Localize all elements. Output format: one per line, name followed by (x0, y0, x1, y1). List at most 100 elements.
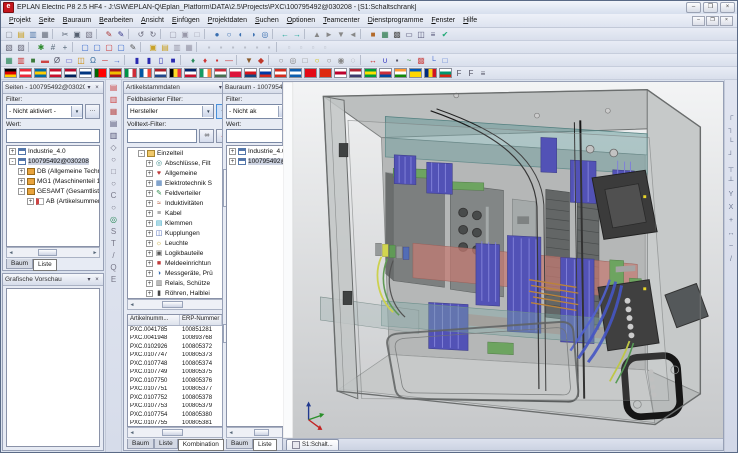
scroll-left-icon[interactable]: ◄ (128, 430, 136, 436)
expand-toggle[interactable]: + (146, 240, 153, 247)
zoom-page-icon[interactable]: ◎ (259, 29, 271, 40)
table-row[interactable]: PXC.0107748100805374 (128, 360, 222, 369)
flag-india-icon[interactable] (394, 68, 407, 78)
tree-item[interactable]: +▮Röhren, Halblei (128, 288, 222, 298)
expand-toggle[interactable]: + (27, 198, 34, 205)
arrow-blue-icon[interactable]: → (111, 55, 123, 66)
circle-a-icon[interactable]: ○ (275, 55, 287, 66)
tree-item[interactable]: +◑Messgeräte, Prü (128, 268, 222, 278)
expand-toggle[interactable]: + (146, 190, 153, 197)
cad-3d-viewport[interactable] (283, 82, 723, 438)
dictionary-icon[interactable]: ≡ (477, 68, 489, 79)
expand-toggle[interactable]: - (9, 158, 16, 165)
box-red-icon[interactable]: ▥ (15, 55, 27, 66)
value-input[interactable] (6, 129, 100, 143)
fill-green-icon[interactable]: ■ (27, 55, 39, 66)
macro-b-icon[interactable]: ▦ (183, 42, 195, 53)
scroll-left-icon[interactable]: ◄ (128, 302, 136, 308)
disabled-e-icon[interactable]: ▪ (251, 42, 263, 53)
tree-item[interactable]: +▣Logikbauteile (128, 248, 222, 258)
expand-toggle[interactable]: + (146, 180, 153, 187)
tree-item[interactable]: -GESAMT (Gesamtlisten) (7, 186, 99, 196)
scroll-thumb[interactable] (162, 429, 184, 436)
menu-seite[interactable]: Seite (35, 16, 59, 25)
tree-item[interactable]: +▤Klemmen (128, 218, 222, 228)
corner-icon[interactable]: └ (427, 55, 439, 66)
menu-bauraum[interactable]: Bauraum (59, 16, 95, 25)
tab-baum[interactable]: Baum (127, 439, 154, 449)
circle-b-icon[interactable]: ◎ (287, 55, 299, 66)
chevron-down-icon[interactable]: ▼ (202, 106, 213, 117)
tree-item[interactable]: +▦Elektrotechnik S (128, 178, 222, 188)
frame-icon[interactable]: ▭ (403, 29, 415, 40)
pin-red-icon[interactable]: ♦ (199, 55, 211, 66)
branch-y-icon[interactable]: Y (725, 188, 737, 201)
tree-item[interactable]: +☼Leuchte (128, 238, 222, 248)
circle-d-icon[interactable]: ◉ (335, 55, 347, 66)
flag-ukraine-icon[interactable] (409, 68, 422, 78)
window-split-icon[interactable]: ◫ (415, 29, 427, 40)
flag-italy-icon[interactable] (124, 68, 137, 78)
tree-item[interactable]: -Einzelteil (128, 148, 222, 158)
flag-uk-icon[interactable] (184, 68, 197, 78)
scroll-thumb[interactable] (254, 429, 270, 436)
dash-red-icon[interactable]: — (223, 55, 235, 66)
flag-brazil-icon[interactable] (364, 68, 377, 78)
flag-romania-icon[interactable] (424, 68, 437, 78)
tree-item[interactable]: +■Meldeeinrichtun (128, 258, 222, 268)
outline-icon[interactable]: □ (439, 55, 451, 66)
tee-up-icon[interactable]: ┴ (725, 175, 737, 188)
expand-toggle[interactable]: + (146, 160, 153, 167)
flag-france-icon[interactable] (139, 68, 152, 78)
expand-toggle[interactable]: + (146, 210, 153, 217)
redo-icon[interactable]: ↻ (147, 29, 159, 40)
quick-a-icon[interactable]: Q (108, 262, 120, 274)
nav-up-icon[interactable]: ▲ (311, 29, 323, 40)
flag-belgium-icon[interactable] (169, 68, 182, 78)
table-row[interactable]: PXC.0102926100805372 (128, 343, 222, 352)
tree-item[interactable]: -100795492@030208 (7, 156, 99, 166)
menu-projekt[interactable]: Projekt (5, 16, 35, 25)
box-green-icon[interactable]: ▦ (3, 55, 15, 66)
line-icon[interactable]: / (108, 250, 120, 262)
copy-icon[interactable]: ▣ (71, 29, 83, 40)
table-row[interactable]: PXC.0107750100805376 (128, 377, 222, 386)
tee-down-icon[interactable]: ┬ (725, 162, 737, 175)
disabled-h-icon[interactable]: ▫ (295, 42, 307, 53)
shape-circle-c-icon[interactable]: ○ (108, 202, 120, 214)
add-icon[interactable]: + (59, 42, 71, 53)
flag-finland-icon[interactable] (79, 68, 92, 78)
menu-einfügen[interactable]: Einfügen (168, 16, 204, 25)
search-icon[interactable]: ∞ (199, 129, 214, 143)
chevron-down-icon[interactable]: ▼ (71, 106, 82, 117)
flag-china-icon[interactable] (319, 68, 332, 78)
diagonal-icon[interactable]: / (725, 253, 737, 266)
measure-icon[interactable]: ↔ (367, 55, 379, 66)
expand-toggle[interactable]: + (18, 178, 25, 185)
shape-circle-b-icon[interactable]: ○ (108, 178, 120, 190)
flag-czech-icon[interactable] (244, 68, 257, 78)
expand-toggle[interactable]: - (18, 188, 25, 195)
column-header[interactable]: ERP-Nummer (180, 315, 222, 325)
page-next-icon[interactable]: ▣ (179, 29, 191, 40)
bar-red-icon[interactable]: ▬ (39, 55, 51, 66)
disabled-a-icon[interactable]: ▪ (203, 42, 215, 53)
report-d-icon[interactable]: ▤ (108, 118, 120, 130)
menu-projektdaten[interactable]: Projektdaten (204, 16, 251, 25)
page-blue1-icon[interactable]: ▢ (79, 42, 91, 53)
circle-e-icon[interactable]: ◌ (347, 55, 359, 66)
macro-save-icon[interactable]: ▤ (159, 42, 171, 53)
page-red-icon[interactable]: ▢ (103, 42, 115, 53)
expand-toggle[interactable]: - (138, 150, 145, 157)
view-b-icon[interactable]: ▨ (15, 42, 27, 53)
view-a-icon[interactable]: ▧ (3, 42, 15, 53)
new-object-icon[interactable]: ✱ (35, 42, 47, 53)
tab-kombination[interactable]: Kombination (178, 439, 224, 451)
flag-bulgaria-icon[interactable] (439, 68, 452, 78)
field-filter-select[interactable]: Hersteller ▼ (127, 104, 214, 119)
arc-icon[interactable]: C (108, 190, 120, 202)
flag-japan-icon[interactable] (334, 68, 347, 78)
restore-button[interactable]: ❒ (703, 2, 718, 13)
tab-liste[interactable]: Liste (253, 439, 277, 451)
zoom-out-icon[interactable]: ◐ (235, 29, 247, 40)
